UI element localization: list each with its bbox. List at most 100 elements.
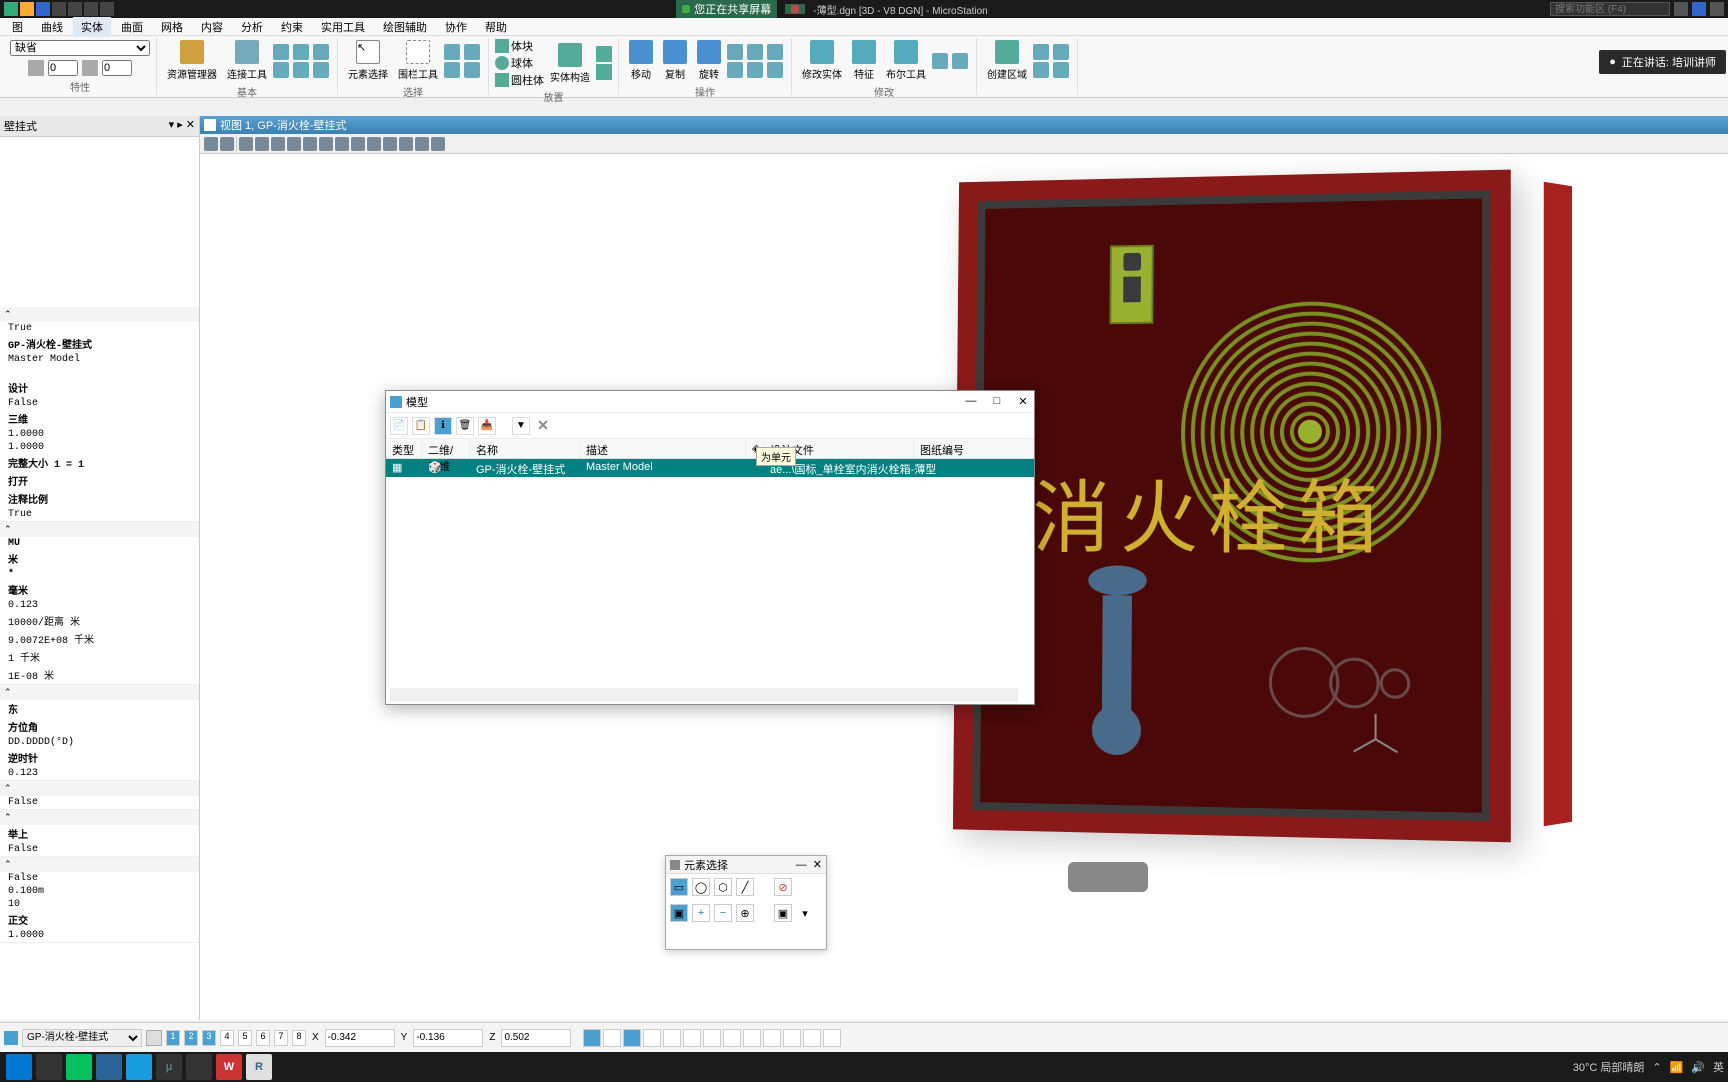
- tray-network-icon[interactable]: 📶: [1670, 1061, 1684, 1074]
- create-region-button[interactable]: 创建区域: [983, 38, 1031, 83]
- menu-drawing[interactable]: 图: [4, 17, 31, 37]
- man-icon-6[interactable]: [767, 62, 783, 78]
- section-toggle[interactable]: [0, 307, 199, 322]
- zoom-out-icon[interactable]: [271, 137, 285, 151]
- share-stop-badge[interactable]: [785, 4, 805, 14]
- taskbar-app2-icon[interactable]: [126, 1054, 152, 1080]
- lineweight-input[interactable]: [48, 60, 78, 76]
- taskbar-app3-icon[interactable]: [186, 1054, 212, 1080]
- menu-collaborate[interactable]: 协作: [437, 17, 475, 37]
- view-previous-icon[interactable]: [335, 137, 349, 151]
- section-toggle[interactable]: [0, 810, 199, 825]
- sel-method-individual-icon[interactable]: ▭: [670, 878, 688, 896]
- copy-model-icon[interactable]: 📋: [412, 417, 430, 435]
- qat-more-icon[interactable]: [100, 2, 114, 16]
- color-swatch-icon[interactable]: [28, 60, 44, 76]
- taskbar-wps-icon[interactable]: W: [216, 1054, 242, 1080]
- view-attributes-icon[interactable]: [204, 137, 218, 151]
- view-titlebar[interactable]: 视图 1, GP-消火栓-壁挂式: [200, 116, 1728, 134]
- snap-keypoint-icon[interactable]: [603, 1029, 621, 1047]
- edit-model-icon[interactable]: ℹ: [434, 417, 452, 435]
- z-coord-input[interactable]: [501, 1029, 571, 1047]
- dialog-scrollbar[interactable]: [390, 688, 1018, 702]
- menu-analyze[interactable]: 分析: [233, 17, 271, 37]
- move-button[interactable]: 移动: [625, 38, 657, 83]
- user-icon[interactable]: [1710, 2, 1724, 16]
- view-7-button[interactable]: 7: [274, 1030, 288, 1046]
- weather-widget[interactable]: 30°C 局部晴朗: [1573, 1059, 1645, 1075]
- sel-icon-4[interactable]: [464, 62, 480, 78]
- x-coord-input[interactable]: [325, 1029, 395, 1047]
- panel-close-icon[interactable]: ▾ ▸ ✕: [169, 118, 195, 134]
- attach-tools-button[interactable]: 连接工具: [223, 38, 271, 83]
- snap-point-on-icon[interactable]: [803, 1029, 821, 1047]
- display-style-icon[interactable]: [220, 137, 234, 151]
- menu-surfaces[interactable]: 曲面: [113, 17, 151, 37]
- qat-open-icon[interactable]: [20, 2, 34, 16]
- view-next-icon[interactable]: [351, 137, 365, 151]
- section-toggle[interactable]: [0, 781, 199, 796]
- qat-undo-icon[interactable]: [52, 2, 66, 16]
- layer-select[interactable]: 缺省: [10, 40, 150, 56]
- view-6-button[interactable]: 6: [256, 1030, 270, 1046]
- col-sheet[interactable]: 图纸编号: [914, 439, 1034, 458]
- menu-help[interactable]: 帮助: [477, 17, 515, 37]
- man-icon-2[interactable]: [747, 44, 763, 60]
- mod-icon-2[interactable]: [952, 53, 968, 69]
- sel-disable-icon[interactable]: ⊘: [774, 878, 792, 896]
- sel-icon-1[interactable]: [444, 44, 460, 60]
- mod-icon-1[interactable]: [932, 53, 948, 69]
- place-icon-1[interactable]: [596, 46, 612, 62]
- snap-nearest-icon[interactable]: [623, 1029, 641, 1047]
- menu-constraints[interactable]: 约束: [273, 17, 311, 37]
- element-selection-window[interactable]: 元素选择 — ✕ ▭ ◯ ⬡ ╱ ⊘ ▣ + − ⊕ ▣ ▾: [665, 855, 827, 950]
- zoom-icon[interactable]: [239, 137, 253, 151]
- menu-drawing-aids[interactable]: 绘图辅助: [375, 17, 435, 37]
- col-type[interactable]: 类型: [386, 439, 422, 458]
- snap-midpoint-icon[interactable]: [643, 1029, 661, 1047]
- view-groups-icon[interactable]: [146, 1030, 162, 1046]
- minimize-button[interactable]: —: [964, 395, 978, 409]
- reg-icon-4[interactable]: [1053, 62, 1069, 78]
- clip-mask-icon[interactable]: [399, 137, 413, 151]
- sel-mode-subtract-icon[interactable]: −: [714, 904, 732, 922]
- menu-mesh[interactable]: 网格: [153, 17, 191, 37]
- zoom-in-icon[interactable]: [255, 137, 269, 151]
- new-model-icon[interactable]: 📄: [390, 417, 408, 435]
- snap-bisector-icon[interactable]: [703, 1029, 721, 1047]
- snap-intersection-icon[interactable]: [723, 1029, 741, 1047]
- fit-view-icon[interactable]: [287, 137, 301, 151]
- man-icon-3[interactable]: [767, 44, 783, 60]
- linestyle-input[interactable]: [102, 60, 132, 76]
- refs-icon[interactable]: [293, 44, 309, 60]
- modify-solid-button[interactable]: 修改实体: [798, 38, 846, 83]
- place-icon-2[interactable]: [596, 64, 612, 80]
- share-screen-badge[interactable]: 您正在共享屏幕: [676, 0, 777, 18]
- view-4-button[interactable]: 4: [220, 1030, 234, 1046]
- boolean-button[interactable]: 布尔工具: [882, 38, 930, 83]
- copy-button[interactable]: 复制: [659, 38, 691, 83]
- qat-redo-icon[interactable]: [68, 2, 82, 16]
- sphere-button[interactable]: 球体: [495, 55, 544, 71]
- sel-method-shape-icon[interactable]: ⬡: [714, 878, 732, 896]
- taskbar-app1-icon[interactable]: [96, 1054, 122, 1080]
- models-dialog[interactable]: 模型 — □ ✕ 📄 📋 ℹ 🗑 📥 ▼ ✕ 类型 二维/三维 名称 描述 ◈ …: [385, 390, 1035, 705]
- taskbar-search-icon[interactable]: [36, 1054, 62, 1080]
- snap-perpendicular-icon[interactable]: [763, 1029, 781, 1047]
- linestyle-icon[interactable]: [82, 60, 98, 76]
- snap-origin-icon[interactable]: [683, 1029, 701, 1047]
- snap-parallel-icon[interactable]: [783, 1029, 801, 1047]
- qat-new-icon[interactable]: [4, 2, 18, 16]
- sel-all-icon[interactable]: ▣: [774, 904, 792, 922]
- filter-icon[interactable]: ▼: [512, 417, 530, 435]
- snap-multi-icon[interactable]: [823, 1029, 841, 1047]
- menu-content[interactable]: 内容: [193, 17, 231, 37]
- active-model-select[interactable]: GP-消火栓-壁挂式: [22, 1029, 142, 1047]
- view-2-button[interactable]: 2: [184, 1030, 198, 1046]
- qat-print-icon[interactable]: [84, 2, 98, 16]
- fence-tools-button[interactable]: 围栏工具: [394, 38, 442, 83]
- snap-lock-icon[interactable]: [583, 1029, 601, 1047]
- model-row-selected[interactable]: ▦ 🎲 GP-消火栓-壁挂式 Master Model ae...\国标_单栓室…: [386, 459, 1034, 477]
- clear-filter-icon[interactable]: ✕: [534, 417, 552, 435]
- rotate-button[interactable]: 旋转: [693, 38, 725, 83]
